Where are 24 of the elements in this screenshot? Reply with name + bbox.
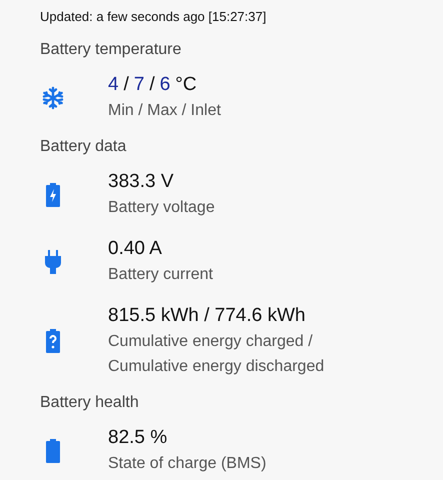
- row-caption: State of charge (BMS): [108, 454, 266, 474]
- row-caption: Battery voltage: [108, 198, 215, 218]
- battery-full-icon: [46, 438, 60, 462]
- battery-charging-icon: [46, 182, 60, 206]
- value-text: /: [124, 73, 129, 97]
- row-caption: Cumulative energy charged / Cumulative energy discharged: [108, 332, 324, 377]
- temperature-value: 7: [134, 73, 144, 97]
- value-text: 815.5 kWh / 774.6 kWh: [108, 304, 306, 328]
- section-header: Battery health: [40, 393, 139, 413]
- battery-unknown-icon: [46, 329, 60, 353]
- section-header: Battery data: [40, 137, 126, 157]
- value-text: 0.40 A: [108, 237, 162, 261]
- value-text: °C: [175, 73, 197, 97]
- snowflake-icon: [41, 86, 65, 110]
- temperature-value: 6: [160, 73, 170, 97]
- plug-icon: [45, 250, 61, 274]
- value-text: 383.3 V: [108, 170, 174, 194]
- row-caption: Battery current: [108, 265, 213, 285]
- value-text: 82.5 %: [108, 426, 168, 450]
- updated-text: Updated: a few seconds ago [15:27:37]: [39, 8, 266, 26]
- row-caption: Min / Max / Inlet: [108, 101, 221, 121]
- temperature-value: 4: [108, 73, 119, 97]
- value-text: /: [149, 73, 155, 97]
- section-header: Battery temperature: [40, 40, 182, 60]
